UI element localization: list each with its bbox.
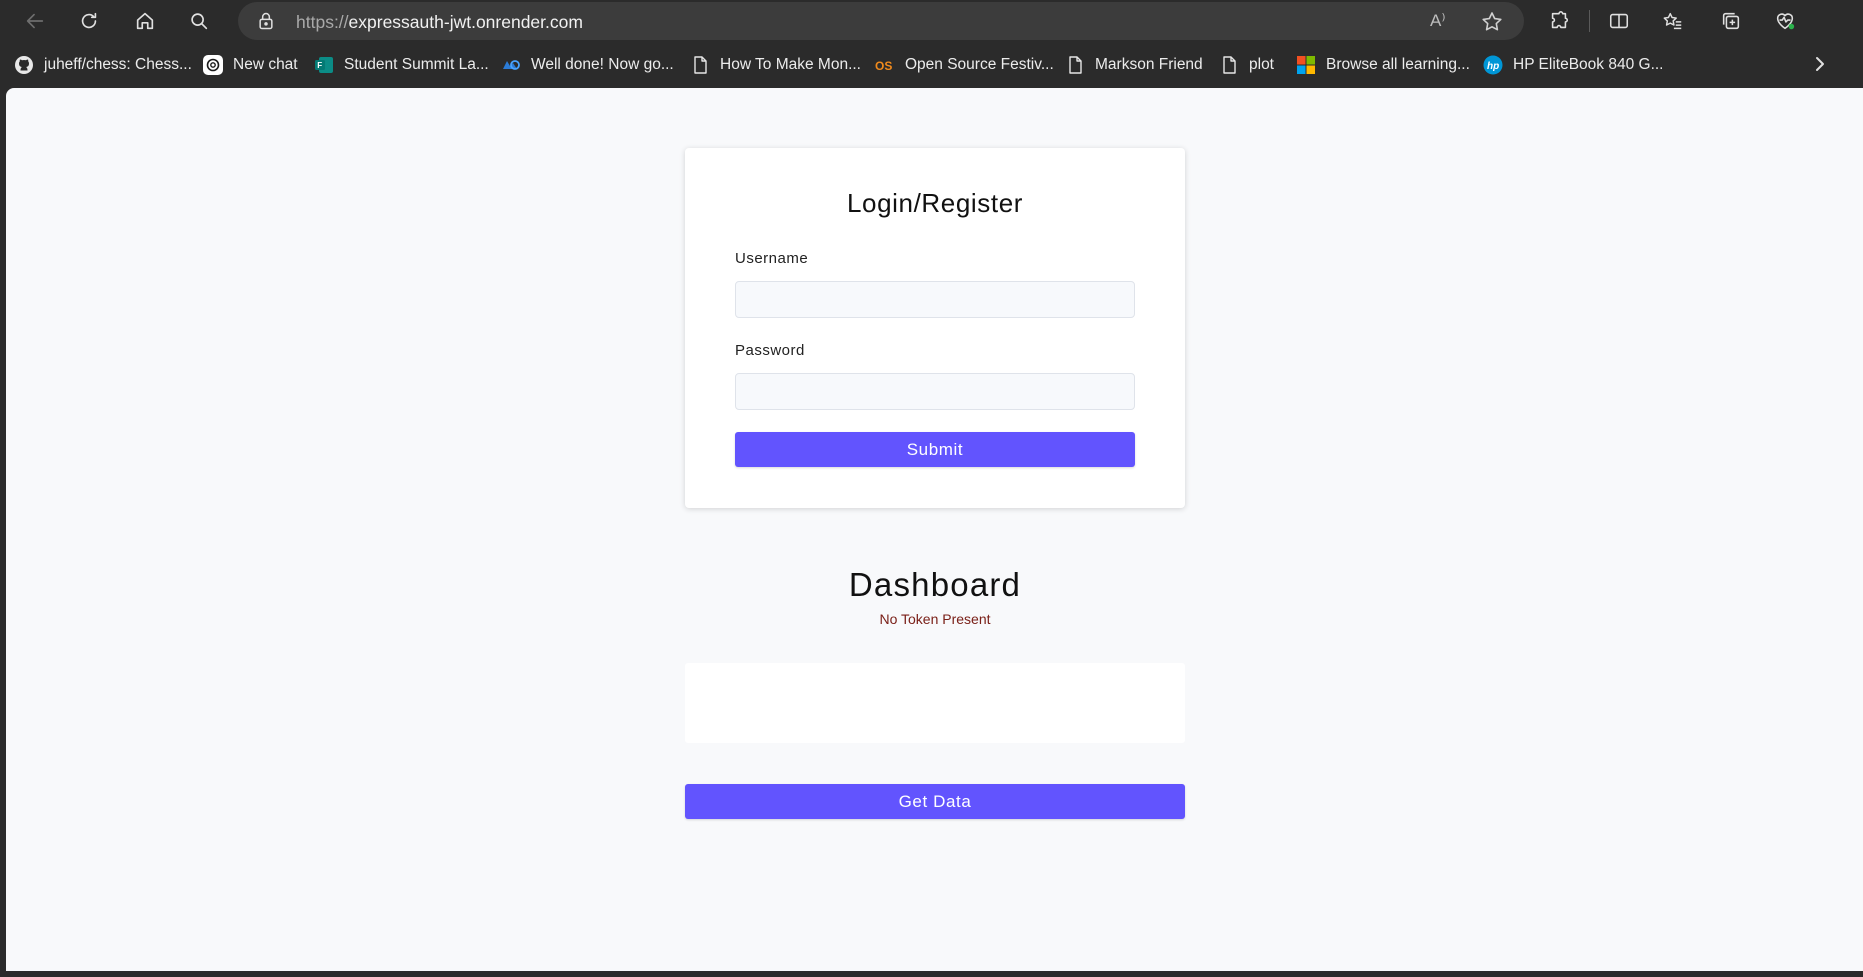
bookmark-item[interactable]: F Student Summit La... <box>314 53 489 77</box>
bookmark-label: Browse all learning... <box>1326 56 1470 73</box>
heart-pulse-icon <box>1776 13 1795 30</box>
bookmark-label: juheff/chess: Chess... <box>44 56 192 73</box>
bookmark-item[interactable]: Well done! Now go... <box>501 53 674 77</box>
password-label: Password <box>735 342 805 359</box>
extensions-button[interactable] <box>1543 6 1575 36</box>
split-screen-button[interactable] <box>1603 6 1635 36</box>
dashboard-title: Dashboard <box>848 566 1022 603</box>
bookmark-item[interactable]: Browse all learning... <box>1296 53 1470 77</box>
collections-icon <box>1722 12 1740 30</box>
bookmark-item[interactable]: hp HP EliteBook 840 G... <box>1483 53 1664 77</box>
login-title: Login/Register <box>846 188 1024 218</box>
browser-toolbar: https://expressauth-jwt.onrender.com A⁾ <box>0 0 1863 42</box>
page-icon <box>690 55 710 75</box>
bookmarks-bar: juheff/chess: Chess... New chat F Studen… <box>0 42 1863 88</box>
window-bottom-edge <box>0 971 1863 977</box>
favorites-list-icon <box>1663 12 1682 30</box>
back-button[interactable] <box>19 6 51 36</box>
favorites-button[interactable] <box>1657 6 1689 36</box>
password-input[interactable] <box>735 373 1135 410</box>
search-button[interactable] <box>183 6 215 36</box>
page-icon <box>1219 55 1239 75</box>
refresh-icon <box>81 12 97 29</box>
token-status: No Token Present <box>879 611 991 627</box>
url-protocol: https:// <box>296 12 349 32</box>
browser-essentials-button[interactable] <box>1769 6 1801 36</box>
bookmark-label: Open Source Festiv... <box>905 56 1054 73</box>
home-icon <box>136 12 154 30</box>
bookmark-label: plot <box>1249 56 1274 73</box>
bookmark-item[interactable]: plot <box>1219 53 1274 77</box>
bookmark-item[interactable]: How To Make Mon... <box>690 53 861 77</box>
bookmark-item[interactable]: OS Open Source Festiv... <box>875 53 1054 77</box>
chatgpt-icon <box>203 55 223 75</box>
toolbar-divider <box>1589 10 1590 32</box>
puzzle-icon <box>1551 11 1569 29</box>
url-text: https://expressauth-jwt.onrender.com <box>296 12 583 33</box>
bookmark-item[interactable]: New chat <box>203 53 298 77</box>
bookmark-label: New chat <box>233 56 298 73</box>
svg-text:F: F <box>317 61 322 70</box>
bookmark-label: HP EliteBook 840 G... <box>1513 56 1664 73</box>
svg-text:hp: hp <box>1487 61 1499 72</box>
page-icon <box>1065 55 1085 75</box>
search-icon <box>191 13 208 30</box>
page-viewport: Login/Register Username Password Submit … <box>6 88 1863 971</box>
url-host: expressauth-jwt.onrender.com <box>348 12 583 32</box>
bookmark-label: Student Summit La... <box>344 56 489 73</box>
submit-button[interactable]: Submit <box>735 432 1135 467</box>
refresh-button[interactable] <box>73 6 105 36</box>
forms-icon: F <box>314 55 334 75</box>
login-card: Login/Register Username Password Submit <box>685 148 1185 508</box>
svg-text:OS: OS <box>875 59 892 73</box>
get-data-button[interactable]: Get Data <box>685 784 1185 819</box>
collections-button[interactable] <box>1715 6 1747 36</box>
bookmark-label: Well done! Now go... <box>531 56 674 73</box>
bookmark-label: How To Make Mon... <box>720 56 861 73</box>
address-bar[interactable]: https://expressauth-jwt.onrender.com A⁾ <box>238 2 1524 40</box>
username-label: Username <box>735 250 809 267</box>
back-arrow-icon <box>26 13 44 29</box>
hp-icon: hp <box>1483 55 1503 75</box>
read-aloud-button[interactable]: A⁾ <box>1430 11 1456 35</box>
home-button[interactable] <box>129 6 161 36</box>
github-icon <box>14 55 34 75</box>
favorite-star-icon[interactable] <box>1480 10 1504 34</box>
bookmark-item[interactable]: Markson Friend <box>1065 53 1203 77</box>
osf-icon: OS <box>875 55 895 75</box>
username-input[interactable] <box>735 281 1135 318</box>
bookmark-label: Markson Friend <box>1095 56 1203 73</box>
chevron-right-icon[interactable] <box>1808 52 1832 76</box>
bookmark-item[interactable]: juheff/chess: Chess... <box>14 53 192 77</box>
data-output-box <box>685 663 1185 743</box>
quiz-icon <box>501 55 521 75</box>
split-screen-icon <box>1609 13 1629 29</box>
microsoft-icon <box>1296 55 1316 75</box>
lock-icon <box>259 12 273 30</box>
